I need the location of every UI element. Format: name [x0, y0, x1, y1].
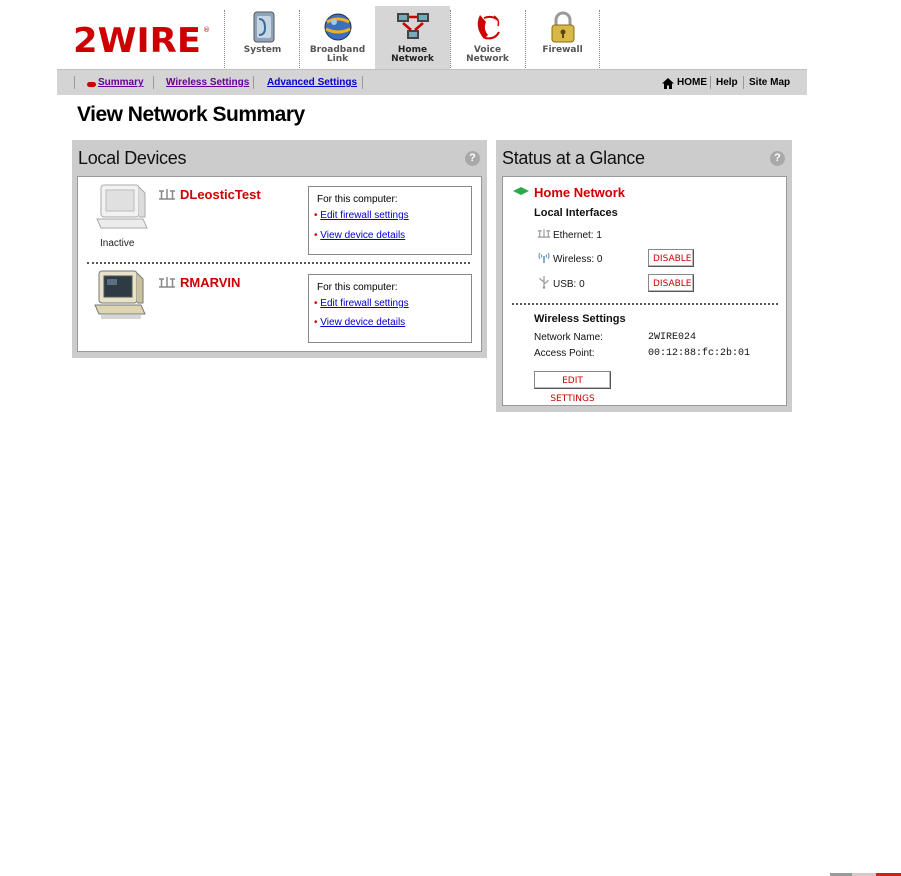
wireless-settings-heading: Wireless Settings — [534, 313, 626, 325]
sub-navigation: Summary Wireless Settings Advanced Setti… — [57, 69, 807, 95]
device-divider — [87, 262, 470, 264]
status-panel: Status at a Glance ? Home Network Local … — [496, 140, 792, 412]
tab-voice-network[interactable]: Voice Network — [450, 6, 525, 69]
status-title: Status at a Glance — [502, 148, 645, 168]
site-map-link[interactable]: Site Map — [749, 77, 790, 88]
disable-wireless-button[interactable]: DISABLE — [648, 249, 694, 267]
computer-active-icon — [94, 270, 146, 319]
padlock-icon — [551, 11, 575, 43]
system-icon — [253, 11, 275, 43]
usb-count: USB: 0 — [553, 279, 585, 290]
device-2-actions: For this computer: • Edit firewall setti… — [308, 274, 472, 343]
device-2-view-details-link[interactable]: View device details — [320, 317, 405, 328]
wired-connection-icon — [159, 277, 175, 288]
device-1-for-label: For this computer: — [317, 194, 398, 205]
ethernet-icon — [537, 229, 551, 238]
tab-system[interactable]: System — [225, 6, 300, 69]
tab-home-label-line2: Network — [391, 54, 434, 64]
tab-firewall[interactable]: Firewall — [525, 6, 600, 69]
device-1-actions: For this computer: • Edit firewall setti… — [308, 186, 472, 255]
wired-connection-icon — [159, 189, 175, 200]
network-name-label: Network Name: — [534, 332, 603, 343]
device-1-edit-firewall-link[interactable]: Edit firewall settings — [320, 210, 408, 221]
status-divider — [512, 303, 778, 305]
local-devices-title: Local Devices — [78, 148, 187, 168]
wireless-icon — [538, 252, 550, 263]
status-content: Home Network Local Interfaces Ethernet: … — [502, 176, 787, 406]
device-2-name-link[interactable]: RMARVIN — [180, 275, 240, 290]
subnav-wireless-settings-link[interactable]: Wireless Settings — [166, 77, 249, 88]
network-diamond-icon — [513, 187, 529, 195]
tab-system-label: System — [243, 45, 282, 55]
computer-inactive-icon — [96, 184, 148, 229]
wireless-count: Wireless: 0 — [553, 254, 603, 265]
home-icon — [662, 78, 674, 89]
access-point-label: Access Point: — [534, 348, 595, 359]
tab-broadband-link[interactable]: Broadband Link — [300, 6, 375, 69]
brand-logo: 2WIRE ® — [73, 22, 209, 56]
globe-icon — [324, 13, 352, 41]
tab-firewall-label: Firewall — [542, 45, 583, 55]
ethernet-count: Ethernet: 1 — [553, 230, 602, 241]
usb-icon — [539, 276, 549, 289]
telephone-icon — [477, 15, 500, 40]
brand-logo-text: 2WIRE — [73, 22, 201, 56]
network-name-value: 2WIRE024 — [648, 332, 697, 343]
edit-settings-button[interactable]: EDIT SETTINGS — [534, 371, 611, 404]
home-link[interactable]: HOME — [677, 77, 707, 88]
access-point-value: 00:12:88:fc:2b:01 — [648, 348, 751, 359]
device-2-for-label: For this computer: — [317, 282, 398, 293]
svg-text:®: ® — [203, 26, 209, 34]
home-network-link[interactable]: Home Network — [534, 185, 625, 200]
local-devices-list: Inactive DLeosticTest For this computer:… — [77, 176, 482, 352]
local-devices-panel: Local Devices ? Inactive DLeosticTest Fo… — [72, 140, 487, 358]
tab-voice-label-line2: Network — [466, 54, 509, 64]
device-2-edit-firewall-link[interactable]: Edit firewall settings — [320, 298, 408, 309]
tab-home-network[interactable]: Home Network — [375, 6, 450, 69]
device-1-view-details-link[interactable]: View device details — [320, 230, 405, 241]
help-link[interactable]: Help — [716, 77, 738, 88]
status-help-icon[interactable]: ? — [770, 151, 785, 166]
local-devices-help-icon[interactable]: ? — [465, 151, 480, 166]
subnav-summary-link[interactable]: Summary — [98, 77, 144, 88]
disable-usb-button[interactable]: DISABLE — [648, 274, 694, 292]
local-interfaces-heading: Local Interfaces — [534, 207, 618, 219]
tab-broadband-label-line2: Link — [326, 54, 349, 64]
page-title: View Network Summary — [77, 103, 305, 126]
subnav-advanced-settings-link[interactable]: Advanced Settings — [267, 77, 357, 88]
current-page-marker — [87, 82, 96, 87]
device-1-status: Inactive — [100, 238, 135, 249]
device-1-name-link[interactable]: DLeosticTest — [180, 187, 261, 202]
home-network-icon — [397, 13, 429, 39]
